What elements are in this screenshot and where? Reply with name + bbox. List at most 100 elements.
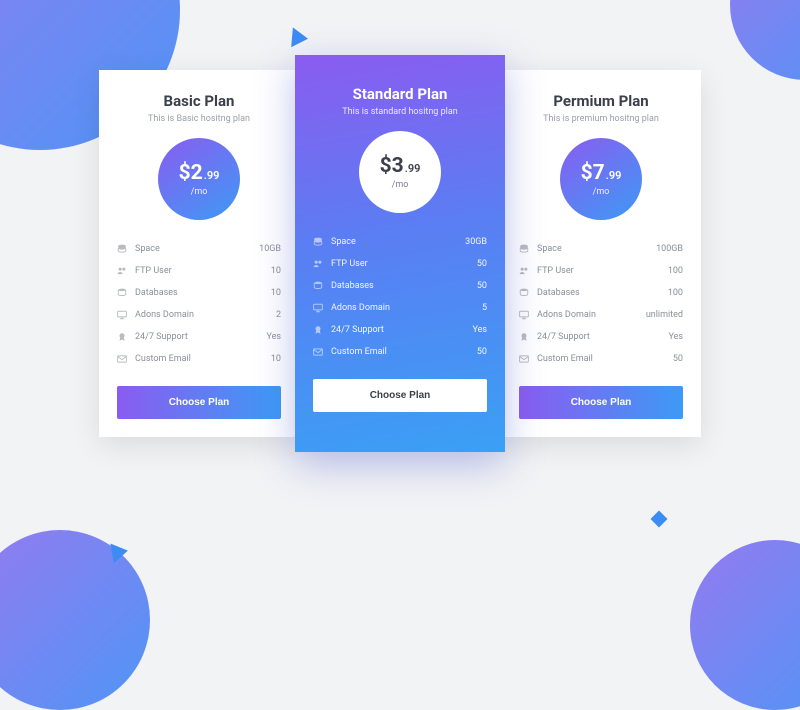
price-badge: $2 .99 /mo [158,138,240,220]
feature-label: Adons Domain [135,310,276,320]
database-icon [519,244,529,254]
feature-row: FTP User50 [313,253,487,275]
bg-shape [730,0,800,80]
feature-value: 10 [271,288,281,298]
feature-label: FTP User [331,259,477,269]
mail-icon [519,354,529,364]
feature-row: Databases10 [117,282,281,304]
price-badge: $3 .99 /mo [359,131,441,213]
feature-row: Space10GB [117,238,281,260]
feature-value: 50 [477,259,487,269]
plan-subtitle: This is standard hositng plan [342,107,457,117]
feature-row: Databases100 [519,282,683,304]
triangle-icon [110,541,129,563]
database-icon [313,237,323,247]
feature-row: Custom Email10 [117,348,281,370]
price-period: /mo [191,187,208,197]
price-period: /mo [593,187,610,197]
feature-value: 10 [271,354,281,364]
feature-list: Space10GB FTP User10 Databases10 Adons D… [117,238,281,370]
award-icon [117,332,127,342]
pricing-card-basic: Basic Plan This is Basic hositng plan $2… [99,70,299,437]
price-cents: .99 [606,169,622,182]
plan-subtitle: This is premium hositng plan [543,114,659,124]
feature-value: 50 [673,354,683,364]
feature-label: Space [537,244,656,254]
feature-label: Space [135,244,259,254]
feature-row: Custom Email50 [519,348,683,370]
triangle-icon [291,27,309,48]
plan-subtitle: This is Basic hositng plan [148,114,250,124]
feature-label: 24/7 Support [331,325,472,335]
price-amount: $3 [380,154,404,178]
database-icon [117,244,127,254]
feature-value: 10 [271,266,281,276]
feature-row: Custom Email50 [313,341,487,363]
choose-plan-button[interactable]: Choose Plan [519,386,683,419]
mail-icon [313,347,323,357]
feature-value: 50 [477,347,487,357]
diamond-icon [651,511,668,528]
feature-label: Custom Email [135,354,271,364]
feature-row: Databases50 [313,275,487,297]
choose-plan-button[interactable]: Choose Plan [313,379,487,412]
feature-label: Custom Email [331,347,477,357]
feature-label: Databases [331,281,477,291]
feature-label: 24/7 Support [135,332,266,342]
feature-row: FTP User100 [519,260,683,282]
feature-list: Space30GB FTP User50 Databases50 Adons D… [313,231,487,363]
feature-value: 100 [668,266,683,276]
monitor-icon [519,310,529,320]
feature-value: 100GB [656,244,683,254]
price-amount: $7 [581,161,605,185]
feature-value: 5 [482,303,487,313]
users-icon [519,266,529,276]
feature-value: 50 [477,281,487,291]
feature-label: FTP User [537,266,668,276]
pricing-cards: Basic Plan This is Basic hositng plan $2… [99,70,701,437]
feature-list: Space100GB FTP User100 Databases100 Adon… [519,238,683,370]
feature-row: 24/7 SupportYes [117,326,281,348]
feature-label: Databases [537,288,668,298]
feature-row: Adons Domainunlimited [519,304,683,326]
feature-row: 24/7 SupportYes [313,319,487,341]
feature-value: Yes [266,332,281,342]
feature-label: FTP User [135,266,271,276]
feature-row: Adons Domain2 [117,304,281,326]
feature-row: 24/7 SupportYes [519,326,683,348]
award-icon [519,332,529,342]
monitor-icon [313,303,323,313]
price-amount: $2 [179,161,203,185]
feature-value: 30GB [465,237,487,247]
feature-value: 2 [276,310,281,320]
price-period: /mo [392,180,409,190]
feature-label: Space [331,237,465,247]
feature-value: 100 [668,288,683,298]
feature-row: Space100GB [519,238,683,260]
plan-title: Basic Plan [164,92,235,110]
users-icon [313,259,323,269]
database-icon [313,281,323,291]
feature-value: Yes [472,325,487,335]
feature-label: Databases [135,288,271,298]
feature-value: 10GB [259,244,281,254]
feature-row: FTP User10 [117,260,281,282]
feature-label: Adons Domain [331,303,482,313]
feature-row: Adons Domain5 [313,297,487,319]
price-badge: $7 .99 /mo [560,138,642,220]
database-icon [117,288,127,298]
feature-row: Space30GB [313,231,487,253]
award-icon [313,325,323,335]
monitor-icon [117,310,127,320]
feature-label: Adons Domain [537,310,646,320]
feature-value: Yes [668,332,683,342]
price-cents: .99 [204,169,220,182]
plan-title: Standard Plan [353,85,448,103]
pricing-card-standard: Standard Plan This is standard hositng p… [295,55,505,452]
feature-value: unlimited [646,310,683,320]
plan-title: Permium Plan [553,92,648,110]
feature-label: 24/7 Support [537,332,668,342]
choose-plan-button[interactable]: Choose Plan [117,386,281,419]
price-cents: .99 [405,162,421,175]
bg-shape [690,540,800,710]
